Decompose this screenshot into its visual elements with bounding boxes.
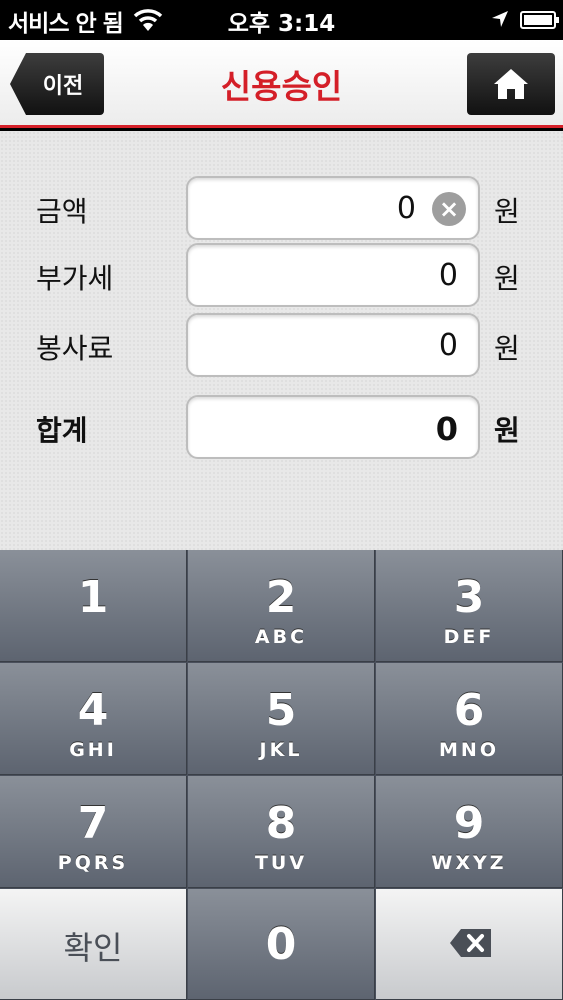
vat-value: 0 bbox=[438, 258, 458, 293]
key-9[interactable]: 9 WXYZ bbox=[376, 776, 563, 888]
key-digit: 9 bbox=[453, 798, 485, 849]
home-button[interactable] bbox=[467, 53, 555, 115]
battery-icon bbox=[520, 11, 559, 29]
numeric-keypad: 1 2 ABC 3 DEF 4 GHI 5 JKL 6 MNO 7 PQRS 8… bbox=[0, 550, 563, 1000]
total-label: 합계 bbox=[36, 414, 88, 447]
amount-field[interactable]: 0 × bbox=[186, 176, 480, 240]
service-charge-row: 봉사료 0 원 bbox=[0, 313, 563, 379]
amount-form: 금액 0 × 원 부가세 0 원 봉사료 0 원 합계 0 원 bbox=[0, 131, 563, 550]
key-digit: 4 bbox=[77, 685, 109, 736]
key-digit: 1 bbox=[77, 572, 109, 623]
key-7[interactable]: 7 PQRS bbox=[0, 776, 187, 888]
key-digit: 3 bbox=[453, 572, 485, 623]
service-charge-field[interactable]: 0 bbox=[186, 313, 480, 377]
key-digit: 2 bbox=[265, 572, 297, 623]
amount-label: 금액 bbox=[36, 195, 88, 228]
key-5[interactable]: 5 JKL bbox=[188, 663, 375, 775]
delete-icon bbox=[450, 929, 491, 957]
key-3[interactable]: 3 DEF bbox=[376, 550, 563, 662]
key-letters: GHI bbox=[69, 739, 117, 761]
home-icon bbox=[494, 69, 528, 99]
key-digit: 7 bbox=[77, 798, 109, 849]
key-digit: 0 bbox=[265, 919, 297, 970]
vat-row: 부가세 0 원 bbox=[0, 243, 563, 309]
confirm-button[interactable]: 확인 bbox=[0, 889, 187, 1000]
total-value: 0 bbox=[435, 410, 458, 448]
total-unit: 원 bbox=[494, 414, 520, 447]
status-time: 오후 3:14 bbox=[227, 11, 336, 37]
total-field: 0 bbox=[186, 395, 480, 459]
key-letters: MNO bbox=[439, 739, 499, 761]
key-letters: DEF bbox=[443, 626, 495, 648]
vat-field[interactable]: 0 bbox=[186, 243, 480, 307]
key-1[interactable]: 1 bbox=[0, 550, 187, 662]
key-4[interactable]: 4 GHI bbox=[0, 663, 187, 775]
amount-unit: 원 bbox=[494, 195, 520, 228]
key-0[interactable]: 0 bbox=[188, 889, 375, 1000]
clear-icon[interactable]: × bbox=[432, 192, 466, 226]
key-letters: JKL bbox=[259, 739, 303, 761]
key-6[interactable]: 6 MNO bbox=[376, 663, 563, 775]
vat-unit: 원 bbox=[494, 262, 520, 295]
key-letters: ABC bbox=[254, 626, 308, 648]
delete-button[interactable] bbox=[376, 889, 563, 1000]
key-8[interactable]: 8 TUV bbox=[188, 776, 375, 888]
location-arrow-icon bbox=[492, 11, 508, 27]
key-2[interactable]: 2 ABC bbox=[188, 550, 375, 662]
amount-row: 금액 0 × 원 bbox=[0, 176, 563, 242]
amount-value: 0 bbox=[396, 191, 416, 226]
key-letters: WXYZ bbox=[431, 852, 507, 874]
service-charge-unit: 원 bbox=[494, 332, 520, 365]
key-digit: 6 bbox=[453, 685, 485, 736]
key-letters: TUV bbox=[254, 852, 308, 874]
status-bar: 서비스 안 됨 오후 3:14 bbox=[0, 0, 563, 40]
service-charge-value: 0 bbox=[438, 328, 458, 363]
key-digit: 5 bbox=[265, 685, 297, 736]
vat-label: 부가세 bbox=[36, 262, 114, 295]
key-letters: PQRS bbox=[57, 852, 129, 874]
confirm-label: 확인 bbox=[63, 929, 123, 967]
key-digit: 8 bbox=[265, 798, 297, 849]
service-charge-label: 봉사료 bbox=[36, 332, 114, 365]
total-row: 합계 0 원 bbox=[0, 395, 563, 461]
nav-header: 이전 신용승인 bbox=[0, 40, 563, 128]
